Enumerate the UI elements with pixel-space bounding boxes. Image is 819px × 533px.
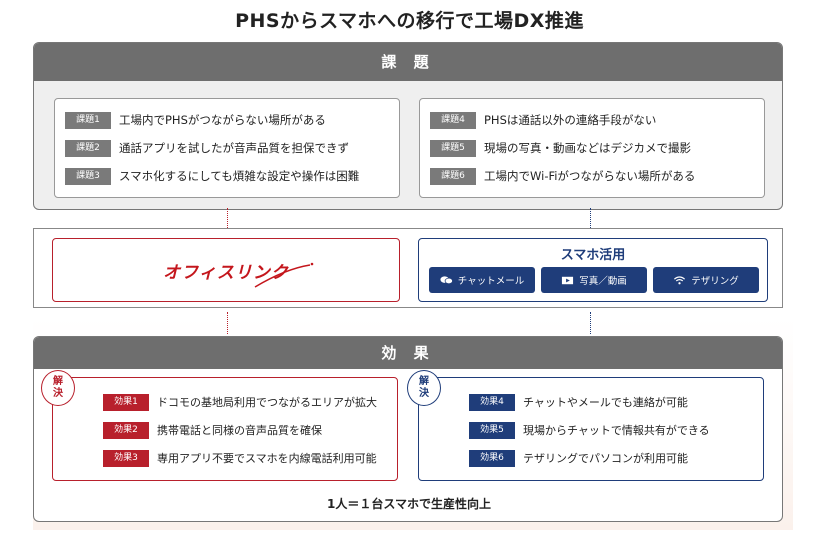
connector-line: [227, 208, 228, 230]
problems-section: 課 題 課題1 工場内でPHSがつながらない場所がある 課題2 通話アプリを試し…: [33, 42, 783, 210]
effect-item: 効果2 携帯電話と同様の音声品質を確保: [103, 416, 385, 444]
problems-right-box: 課題4 PHSは通話以外の連絡手段がない 課題5 現場の写真・動画などはデジカメ…: [419, 98, 765, 198]
problem-text: 工場内でPHSがつながらない場所がある: [119, 113, 326, 127]
effect-tag: 効果6: [469, 449, 515, 467]
effects-summary: 1人＝１台スマホで生産性向上: [327, 497, 491, 511]
seal-char: 決: [419, 388, 429, 399]
connector-line: [590, 208, 591, 230]
problem-text: 通話アプリを試したが音声品質を担保できず: [119, 141, 349, 155]
problem-text: 工場内でWi-Fiがつながらない場所がある: [484, 169, 696, 183]
effect-text: 携帯電話と同様の音声品質を確保: [157, 424, 322, 437]
effect-text: テザリングでパソコンが利用可能: [523, 452, 688, 465]
problems-heading: 課 題: [34, 43, 782, 81]
effects-heading: 効 果: [34, 337, 782, 369]
chat-mail-label: チャットメール: [457, 276, 525, 287]
effect-text: ドコモの基地局利用でつながるエリアが拡大: [157, 396, 377, 409]
smartphone-panel: スマホ活用 チャットメール 写真／動画 テザリング: [418, 238, 768, 302]
effect-item: 効果1 ドコモの基地局利用でつながるエリアが拡大: [103, 388, 385, 416]
resolved-seal: 解 決: [41, 370, 75, 406]
problem-item: 課題1 工場内でPHSがつながらない場所がある: [65, 106, 389, 134]
tethering-button[interactable]: テザリング: [653, 267, 759, 293]
problem-text: 現場の写真・動画などはデジカメで撮影: [484, 141, 691, 155]
seal-char: 解: [53, 376, 63, 387]
photo-video-label: 写真／動画: [579, 276, 627, 287]
effect-item: 効果5 現場からチャットで情報共有ができる: [469, 416, 751, 444]
effect-item: 効果3 専用アプリ不要でスマホを内線電話利用可能: [103, 444, 385, 472]
problem-tag: 課題1: [65, 111, 111, 129]
problem-text: PHSは通話以外の連絡手段がない: [484, 113, 657, 127]
effect-tag: 効果1: [103, 393, 149, 411]
page-title: PHSからスマホへの移行で工場DX推進: [235, 10, 584, 32]
effects-section: 効 果 解 決 効果1 ドコモの基地局利用でつながるエリアが拡大 効果2 携帯電…: [33, 336, 783, 522]
video-icon: [562, 276, 574, 284]
effect-tag: 効果4: [469, 393, 515, 411]
effect-tag: 効果2: [103, 421, 149, 439]
seal-char: 決: [53, 388, 63, 399]
smartphone-title: スマホ活用: [560, 248, 626, 263]
problem-item: 課題6 工場内でWi-Fiがつながらない場所がある: [430, 162, 754, 190]
problem-item: 課題5 現場の写真・動画などはデジカメで撮影: [430, 134, 754, 162]
effect-text: 専用アプリ不要でスマホを内線電話利用可能: [157, 452, 377, 465]
problems-left-box: 課題1 工場内でPHSがつながらない場所がある 課題2 通話アプリを試したが音声…: [54, 98, 400, 198]
tethering-label: テザリング: [691, 276, 739, 287]
effect-text: 現場からチャットで情報共有ができる: [523, 424, 710, 437]
solutions-section: オフィスリンク スマホ活用 チャットメール 写真／動画 テザリング: [33, 228, 783, 308]
problem-tag: 課題4: [430, 111, 476, 129]
problem-tag: 課題2: [65, 139, 111, 157]
effects-left-box: 解 決 効果1 ドコモの基地局利用でつながるエリアが拡大 効果2 携帯電話と同様…: [41, 370, 398, 481]
wifi-icon: [674, 275, 686, 284]
effect-tag: 効果5: [469, 421, 515, 439]
chat-mail-button[interactable]: チャットメール: [429, 267, 535, 293]
problem-tag: 課題3: [65, 167, 111, 185]
photo-video-button[interactable]: 写真／動画: [541, 267, 647, 293]
problem-tag: 課題5: [430, 139, 476, 157]
chat-icon: [440, 275, 453, 284]
problem-item: 課題2 通話アプリを試したが音声品質を担保できず: [65, 134, 389, 162]
logo-swoosh-icon: [254, 262, 314, 288]
connector-line: [227, 312, 228, 334]
effect-item: 効果4 チャットやメールでも連絡が可能: [469, 388, 751, 416]
effect-item: 効果6 テザリングでパソコンが利用可能: [469, 444, 751, 472]
resolved-seal: 解 決: [407, 370, 441, 406]
connector-line: [590, 312, 591, 334]
effects-right-box: 解 決 効果4 チャットやメールでも連絡が可能 効果5 現場からチャットで情報共…: [407, 370, 764, 481]
effect-text: チャットやメールでも連絡が可能: [523, 396, 688, 409]
seal-char: 解: [419, 376, 429, 387]
problem-tag: 課題6: [430, 167, 476, 185]
problem-item: 課題4 PHSは通話以外の連絡手段がない: [430, 106, 754, 134]
effect-tag: 効果3: [103, 449, 149, 467]
problem-item: 課題3 スマホ化するにしても煩雑な設定や操作は困難: [65, 162, 389, 190]
problem-text: スマホ化するにしても煩雑な設定や操作は困難: [119, 169, 360, 183]
office-link-panel: オフィスリンク: [52, 238, 400, 302]
